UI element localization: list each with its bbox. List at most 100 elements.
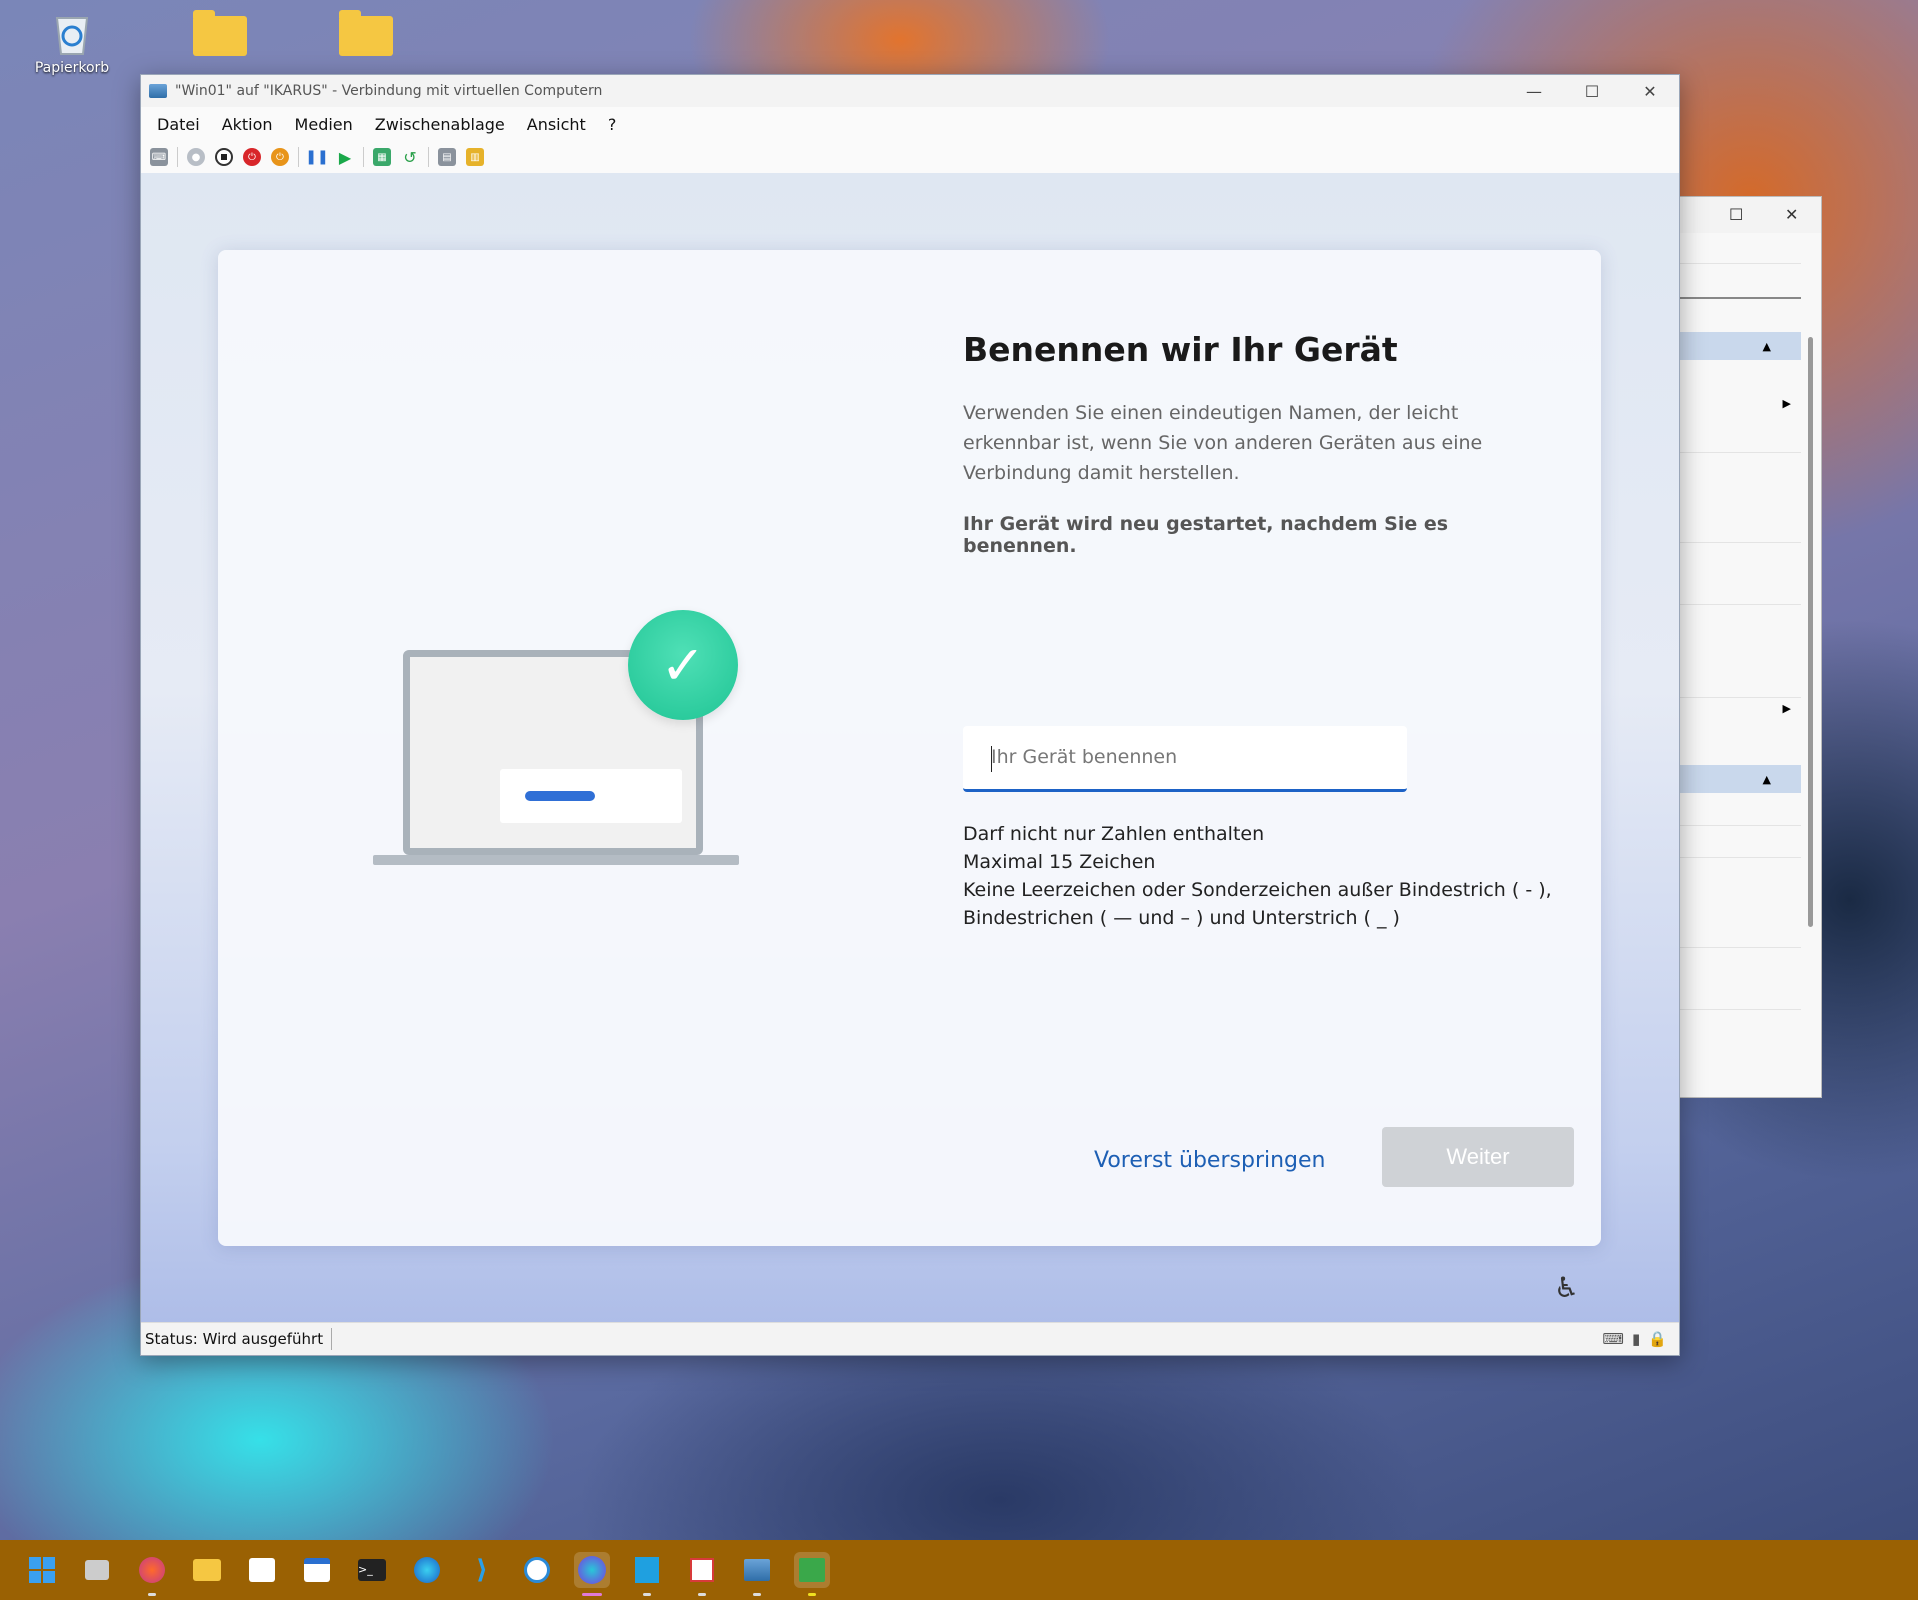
toolbar-separator: [298, 147, 299, 167]
status-bar: Status: Wird ausgeführt ⌨ ▮ 🔒: [141, 1322, 1679, 1355]
name-bar: [525, 791, 595, 801]
desktop-icon-network-folder[interactable]: [170, 10, 270, 56]
close-icon[interactable]: ✕: [1785, 205, 1798, 224]
hyperv-manager-icon[interactable]: [739, 1552, 775, 1596]
vm-connection-window: "Win01" auf "IKARUS" - Verbindung mit vi…: [140, 74, 1680, 1356]
maximize-icon[interactable]: ☐: [1729, 205, 1743, 224]
toolbar-separator: [177, 147, 178, 167]
start-icon[interactable]: [24, 1552, 60, 1588]
calendar-icon[interactable]: [299, 1552, 335, 1588]
firefox-icon[interactable]: [134, 1552, 170, 1596]
page-title: Benennen wir Ihr Gerät: [963, 330, 1398, 369]
resume-icon[interactable]: ▶: [336, 148, 354, 167]
azure-icon[interactable]: [629, 1552, 665, 1596]
vm-viewport[interactable]: ✓ Benennen wir Ihr Gerät Verwenden Sie e…: [141, 173, 1679, 1323]
start-icon[interactable]: ●: [187, 148, 205, 166]
text-caret: [991, 746, 992, 772]
ctrl-alt-del-icon[interactable]: ⌨: [150, 148, 168, 166]
collapse-icon[interactable]: ▲: [1763, 773, 1771, 786]
mouse-icon: ▮: [1632, 1330, 1641, 1348]
divider: [1661, 542, 1801, 543]
taskbar: >_ ⟩: [0, 1540, 1918, 1600]
collapse-icon[interactable]: ▲: [1763, 340, 1771, 353]
close-button[interactable]: ✕: [1621, 82, 1679, 101]
enhanced-session-icon[interactable]: ▤: [438, 148, 456, 166]
laptop-base: [373, 855, 739, 865]
folder-icon: [339, 10, 393, 56]
toolbar: ⌨ ● ⏻ ⏻ ❚❚ ▶ ▦ ↺ ▤ ▥: [141, 141, 1679, 174]
task-view-icon[interactable]: [79, 1552, 115, 1588]
minimize-button[interactable]: —: [1505, 82, 1563, 101]
edge-icon[interactable]: [409, 1552, 445, 1588]
section-header[interactable]: ▲: [1661, 332, 1801, 360]
keyboard-icon: ⌨: [1602, 1330, 1625, 1348]
lock-icon: 🔒: [1648, 1330, 1667, 1348]
toolbar-separator: [363, 147, 364, 167]
menu-datei[interactable]: Datei: [157, 115, 200, 134]
terminal-icon[interactable]: >_: [354, 1552, 390, 1588]
divider: [1661, 947, 1801, 948]
scrollbar[interactable]: [1808, 337, 1813, 927]
vscode-icon[interactable]: ⟩: [464, 1552, 500, 1588]
checkpoint-icon[interactable]: ▦: [373, 148, 391, 166]
recycle-bin-icon: [47, 8, 97, 55]
divider: [1661, 452, 1801, 453]
share-icon[interactable]: ▥: [466, 148, 484, 166]
desktop-icon-label: Papierkorb: [34, 60, 110, 76]
page-description: Verwenden Sie einen eindeutigen Namen, d…: [963, 402, 1483, 484]
menu-ansicht[interactable]: Ansicht: [527, 115, 586, 134]
desktop-icon-recycle-bin[interactable]: Papierkorb: [22, 8, 122, 76]
restart-note: Ihr Gerät wird neu gestartet, nachdem Si…: [963, 513, 1449, 557]
rule-item: Bindestrichen ( — und – ) und Unterstric…: [963, 907, 1400, 929]
window-title: "Win01" auf "IKARUS" - Verbindung mit vi…: [175, 83, 603, 99]
status-text: Status: Wird ausgeführt: [141, 1328, 333, 1350]
divider: [1661, 297, 1801, 299]
divider: [1661, 825, 1801, 826]
menu-help[interactable]: ?: [608, 115, 617, 134]
folder-network-icon: [193, 10, 247, 56]
divider: [1661, 263, 1801, 264]
window-titlebar[interactable]: "Win01" auf "IKARUS" - Verbindung mit vi…: [141, 75, 1679, 107]
menu-aktion[interactable]: Aktion: [222, 115, 273, 134]
background-window: ☐ ✕ ▲ ▶ ▶ ▲: [1660, 196, 1822, 1098]
menu-bar: Datei Aktion Medien Zwischenablage Ansic…: [141, 107, 1679, 141]
device-name-field: [963, 726, 1413, 792]
toolbar-separator: [428, 147, 429, 167]
skip-link[interactable]: Vorerst überspringen: [1094, 1148, 1325, 1173]
vm-connect-icon: [149, 84, 167, 98]
divider: [1661, 1009, 1801, 1010]
divider: [1661, 857, 1801, 858]
expand-arrow-icon[interactable]: ▶: [1783, 702, 1791, 715]
name-field-illustration: [500, 769, 682, 823]
snipping-icon[interactable]: [684, 1552, 720, 1596]
background-window-titlebar: ☐ ✕: [1661, 197, 1821, 233]
desktop-icon-folder[interactable]: [316, 10, 416, 56]
menu-zwischenablage[interactable]: Zwischenablage: [375, 115, 505, 134]
save-icon[interactable]: ⏻: [271, 148, 289, 166]
accessibility-icon[interactable]: ♿: [1554, 1271, 1579, 1304]
rule-item: Darf nicht nur Zahlen enthalten: [963, 823, 1265, 845]
store-icon[interactable]: [244, 1552, 280, 1588]
device-illustration: ✓: [373, 610, 753, 870]
maximize-button[interactable]: ☐: [1563, 82, 1621, 101]
section-header[interactable]: ▲: [1661, 765, 1801, 793]
next-button[interactable]: Weiter: [1382, 1127, 1574, 1187]
pause-icon[interactable]: ❚❚: [305, 148, 328, 166]
canva-icon[interactable]: [574, 1552, 610, 1596]
shutdown-icon[interactable]: ⏻: [243, 148, 261, 166]
divider: [1661, 697, 1801, 698]
device-name-input[interactable]: [963, 726, 1413, 788]
rule-item: Maximal 15 Zeichen: [963, 851, 1156, 873]
vm-connect-icon[interactable]: [794, 1552, 830, 1596]
sync-icon[interactable]: [519, 1552, 555, 1588]
checkmark-icon: ✓: [628, 610, 738, 720]
naming-rules: Darf nicht nur Zahlen enthalten Maximal …: [963, 820, 1583, 932]
menu-medien[interactable]: Medien: [295, 115, 353, 134]
rule-item: Keine Leerzeichen oder Sonderzeichen auß…: [963, 879, 1552, 901]
oobe-card: ✓ Benennen wir Ihr Gerät Verwenden Sie e…: [218, 250, 1601, 1246]
turn-off-icon[interactable]: [215, 148, 233, 166]
revert-icon[interactable]: ↺: [401, 148, 419, 167]
divider: [1661, 604, 1801, 605]
expand-arrow-icon[interactable]: ▶: [1783, 397, 1791, 410]
file-explorer-icon[interactable]: [189, 1552, 225, 1588]
